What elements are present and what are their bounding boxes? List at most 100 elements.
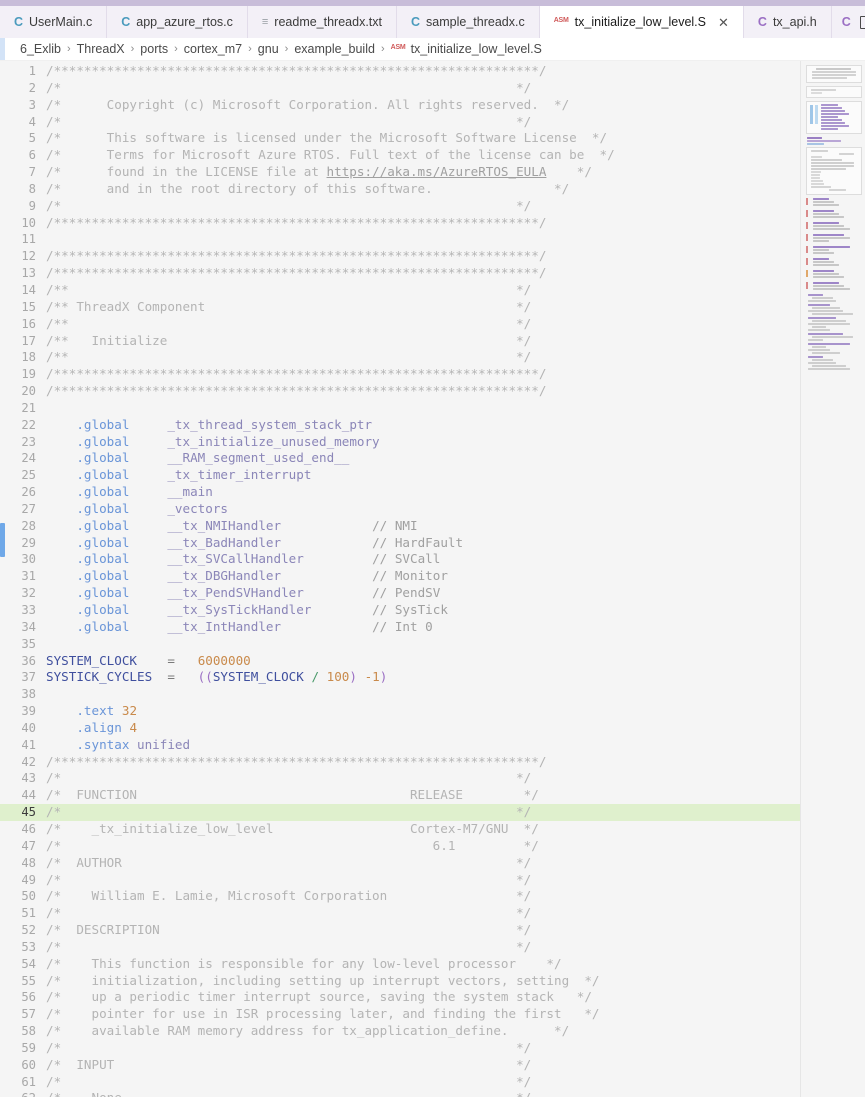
code-text[interactable]: .global __tx_DBGHandler // Monitor <box>46 568 800 585</box>
code-line[interactable]: 12 /*************************************… <box>0 248 800 265</box>
code-line[interactable]: 33 .global __tx_SysTickHandler // SysTic… <box>0 602 800 619</box>
code-text[interactable]: .global __main <box>46 484 800 501</box>
code-line[interactable]: 49 /* */ <box>0 872 800 889</box>
code-line[interactable]: 11 <box>0 231 800 248</box>
code-line[interactable]: 50 /* William E. Lamie, Microsoft Corpora… <box>0 888 800 905</box>
code-line[interactable]: 44 /* FUNCTION RELEASE */ <box>0 787 800 804</box>
code-text[interactable]: .global __tx_SVCallHandler // SVCall <box>46 551 800 568</box>
code-text[interactable]: .syntax unified <box>46 737 800 754</box>
code-line[interactable]: 43 /* */ <box>0 770 800 787</box>
code-text[interactable]: /** */ <box>46 282 800 299</box>
code-text[interactable]: .text 32 <box>46 703 800 720</box>
code-text[interactable]: /* None */ <box>46 1090 800 1097</box>
code-text[interactable]: /***************************************… <box>46 754 800 771</box>
code-text[interactable]: /* This function is responsible for any … <box>46 956 800 973</box>
code-text[interactable]: /** ThreadX Component */ <box>46 299 800 316</box>
code-line[interactable]: 26 .global __main <box>0 484 800 501</box>
code-text[interactable]: /* available RAM memory address for tx_a… <box>46 1023 800 1040</box>
code-line[interactable]: 52 /* DESCRIPTION */ <box>0 922 800 939</box>
code-line[interactable]: 35 <box>0 636 800 653</box>
code-line[interactable]: 54 /* This function is responsible for an… <box>0 956 800 973</box>
breadcrumb-item-file[interactable]: ASM tx_initialize_low_level.S <box>391 42 542 56</box>
code-line[interactable]: 6 /* Terms for Microsoft Azure RTOS. Full… <box>0 147 800 164</box>
code-line[interactable]: 32 .global __tx_PendSVHandler // PendSV <box>0 585 800 602</box>
code-line[interactable]: 4 /* */ <box>0 114 800 131</box>
code-text[interactable]: /** */ <box>46 316 800 333</box>
code-line[interactable]: 16 /** */ <box>0 316 800 333</box>
breadcrumb-item-gnu[interactable]: gnu <box>258 42 279 56</box>
code-text[interactable]: /* */ <box>46 804 800 821</box>
code-text[interactable]: /* */ <box>46 198 800 215</box>
code-text[interactable]: .global __tx_PendSVHandler // PendSV <box>46 585 800 602</box>
code-text[interactable]: .global _tx_initialize_unused_memory <box>46 434 800 451</box>
code-line[interactable]: 18 /** */ <box>0 349 800 366</box>
code-line[interactable]: 60 /* INPUT */ <box>0 1057 800 1074</box>
code-text[interactable]: /* This software is licensed under the M… <box>46 130 800 147</box>
code-text[interactable]: /* William E. Lamie, Microsoft Corporati… <box>46 888 800 905</box>
code-line[interactable]: 24 .global __RAM_segment_used_end__ <box>0 450 800 467</box>
code-line[interactable]: 39 .text 32 <box>0 703 800 720</box>
code-line[interactable]: 13 /*************************************… <box>0 265 800 282</box>
code-text[interactable]: /* */ <box>46 939 800 956</box>
code-text[interactable]: /* Copyright (c) Microsoft Corporation. … <box>46 97 800 114</box>
code-line[interactable]: 20 /*************************************… <box>0 383 800 400</box>
code-text[interactable]: /* */ <box>46 1074 800 1091</box>
code-line[interactable]: 30 .global __tx_SVCallHandler // SVCall <box>0 551 800 568</box>
code-line[interactable]: 41 .syntax unified <box>0 737 800 754</box>
code-text[interactable]: /* */ <box>46 770 800 787</box>
code-text[interactable]: /* FUNCTION RELEASE */ <box>46 787 800 804</box>
code-line[interactable]: 7 /* found in the LICENSE file at https:/… <box>0 164 800 181</box>
code-line[interactable]: 25 .global _tx_timer_interrupt <box>0 467 800 484</box>
code-text[interactable]: /* AUTHOR */ <box>46 855 800 872</box>
code-text[interactable]: /* and in the root directory of this sof… <box>46 181 800 198</box>
tab-close-icon[interactable]: ✕ <box>718 16 729 29</box>
code-text[interactable]: /* pointer for use in ISR processing lat… <box>46 1006 800 1023</box>
code-line[interactable]: 45 /* */ <box>0 804 800 821</box>
code-text[interactable]: /* */ <box>46 114 800 131</box>
code-line[interactable]: 23 .global _tx_initialize_unused_memory <box>0 434 800 451</box>
code-text[interactable]: /* */ <box>46 905 800 922</box>
code-text[interactable]: /* */ <box>46 872 800 889</box>
code-text[interactable]: /***************************************… <box>46 383 800 400</box>
breadcrumb-item-ports[interactable]: ports <box>140 42 168 56</box>
code-text[interactable]: .global _tx_timer_interrupt <box>46 467 800 484</box>
code-area[interactable]: 1 /**************************************… <box>0 61 800 1097</box>
code-line[interactable]: 38 <box>0 686 800 703</box>
code-line[interactable]: 22 .global _tx_thread_system_stack_ptr <box>0 417 800 434</box>
editor-tab-readme-threadx-txt[interactable]: ≡ readme_threadx.txt <box>247 6 397 38</box>
code-line[interactable]: 28 .global __tx_NMIHandler // NMI <box>0 518 800 535</box>
breadcrumb[interactable]: 6_Exlib › ThreadX › ports › cortex_m7 › gnu › exam… <box>0 38 865 61</box>
code-text[interactable]: .align 4 <box>46 720 800 737</box>
code-line[interactable]: 2 /* */ <box>0 80 800 97</box>
code-line[interactable]: 59 /* */ <box>0 1040 800 1057</box>
code-line[interactable]: 10 /*************************************… <box>0 215 800 232</box>
editor-tab-usermain-c[interactable]: C UserMain.c <box>0 6 108 38</box>
code-line[interactable]: 47 /* 6.1 */ <box>0 838 800 855</box>
minimap[interactable] <box>806 65 862 370</box>
code-text[interactable]: /* DESCRIPTION */ <box>46 922 800 939</box>
code-line[interactable]: 42 /*************************************… <box>0 754 800 771</box>
editor-tab-app-azure-rtos-c[interactable]: Capp_azure_rtos.c <box>107 6 248 38</box>
code-text[interactable]: /***************************************… <box>46 248 800 265</box>
code-text[interactable]: /* */ <box>46 80 800 97</box>
code-editor[interactable]: 1 /**************************************… <box>0 61 865 1097</box>
code-line[interactable]: 40 .align 4 <box>0 720 800 737</box>
code-text[interactable]: /***************************************… <box>46 366 800 383</box>
code-text[interactable]: SYSTEM_CLOCK = 6000000 <box>46 653 800 670</box>
editor-tab-tx-initialize-low-level-s[interactable]: ASM tx_initialize_low_level.S ✕ <box>539 6 744 38</box>
code-line[interactable]: 51 /* */ <box>0 905 800 922</box>
code-text[interactable]: .global __tx_BadHandler // HardFault <box>46 535 800 552</box>
code-text[interactable]: /***************************************… <box>46 215 800 232</box>
code-line[interactable]: 55 /* initialization, including setting u… <box>0 973 800 990</box>
code-text[interactable]: /* INPUT */ <box>46 1057 800 1074</box>
code-line[interactable]: 8 /* and in the root directory of this so… <box>0 181 800 198</box>
code-line[interactable]: 3 /* Copyright (c) Microsoft Corporation.… <box>0 97 800 114</box>
code-text[interactable]: /* 6.1 */ <box>46 838 800 855</box>
code-line[interactable]: 56 /* up a periodic timer interrupt sourc… <box>0 989 800 1006</box>
code-line[interactable]: 14 /** */ <box>0 282 800 299</box>
code-text[interactable]: /***************************************… <box>46 265 800 282</box>
code-text[interactable]: /** */ <box>46 349 800 366</box>
minimap-column[interactable] <box>800 61 865 1097</box>
code-text[interactable]: .global _tx_thread_system_stack_ptr <box>46 417 800 434</box>
code-line[interactable]: 31 .global __tx_DBGHandler // Monitor <box>0 568 800 585</box>
